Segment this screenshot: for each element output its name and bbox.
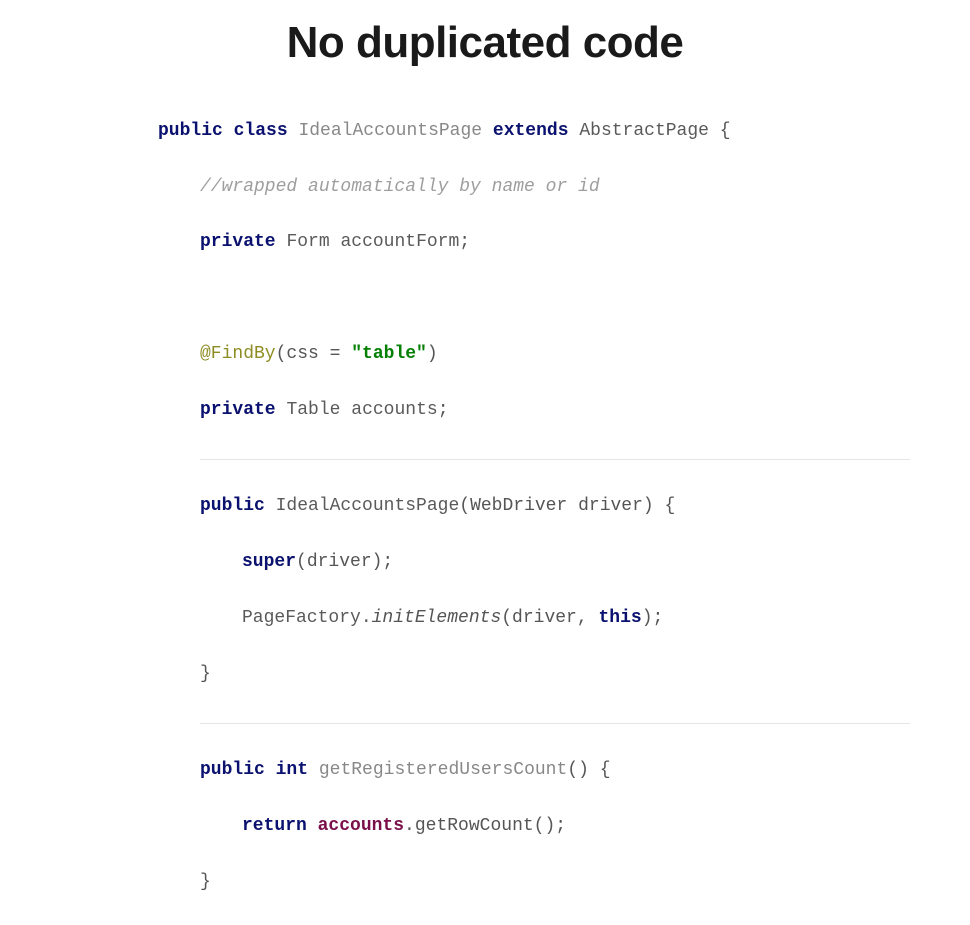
method-name: getRegisteredUsersCount: [319, 760, 567, 780]
superclass-name: AbstractPage: [579, 121, 709, 141]
keyword-public: public: [200, 760, 265, 780]
code-line: }: [158, 869, 910, 897]
code-line: @FindBy(css = "table"): [158, 341, 910, 369]
type-name: Table: [286, 400, 340, 420]
fold-separator: [200, 459, 910, 460]
code-line: public int getRegisteredUsersCount() {: [158, 757, 910, 785]
code-line: public IdealAccountsPage(WebDriver drive…: [158, 493, 910, 521]
class-ref: PageFactory.: [242, 608, 372, 628]
args-close: );: [642, 608, 664, 628]
paren-close: ): [427, 344, 438, 364]
brace-open: {: [709, 121, 731, 141]
code-line: return accounts.getRowCount();: [158, 813, 910, 841]
code-line: PageFactory.initElements(driver, this);: [158, 605, 910, 633]
brace-close: }: [200, 872, 211, 892]
params: () {: [567, 760, 610, 780]
blank-line: [158, 285, 910, 313]
brace-close: }: [200, 664, 211, 684]
method-call: .getRowCount();: [404, 816, 566, 836]
code-line: private Form accountForm;: [158, 229, 910, 257]
call-args: (driver);: [296, 552, 393, 572]
static-method: initElements: [372, 608, 502, 628]
keyword-public: public: [200, 496, 265, 516]
annotation: @FindBy: [200, 344, 276, 364]
keyword-public: public: [158, 121, 223, 141]
params: (WebDriver driver) {: [459, 496, 675, 516]
keyword-class: class: [234, 121, 288, 141]
keyword-private: private: [200, 400, 276, 420]
keyword-this: this: [598, 608, 641, 628]
string-literal: "table": [351, 344, 427, 364]
code-line: //wrapped automatically by name or id: [158, 174, 910, 202]
fold-separator: [200, 723, 910, 724]
semicolon: ;: [438, 400, 449, 420]
code-block: public class IdealAccountsPage extends A…: [158, 90, 910, 925]
type-name: Form: [286, 232, 329, 252]
comment: //wrapped automatically by name or id: [200, 177, 600, 197]
field-ref: accounts: [318, 816, 404, 836]
keyword-extends: extends: [493, 121, 569, 141]
args-open: (driver,: [501, 608, 598, 628]
keyword-private: private: [200, 232, 276, 252]
paren-open: (css =: [276, 344, 352, 364]
constructor-name: IdealAccountsPage: [276, 496, 460, 516]
field-name: accounts: [351, 400, 437, 420]
slide-title: No duplicated code: [0, 0, 970, 90]
class-name: IdealAccountsPage: [298, 121, 482, 141]
keyword-int: int: [276, 760, 308, 780]
code-line: private Table accounts;: [158, 397, 910, 425]
code-line: public class IdealAccountsPage extends A…: [158, 118, 910, 146]
field-name: accountForm: [340, 232, 459, 252]
semicolon: ;: [459, 232, 470, 252]
keyword-super: super: [242, 552, 296, 572]
code-line: }: [158, 661, 910, 689]
code-line: super(driver);: [158, 549, 910, 577]
keyword-return: return: [242, 816, 307, 836]
